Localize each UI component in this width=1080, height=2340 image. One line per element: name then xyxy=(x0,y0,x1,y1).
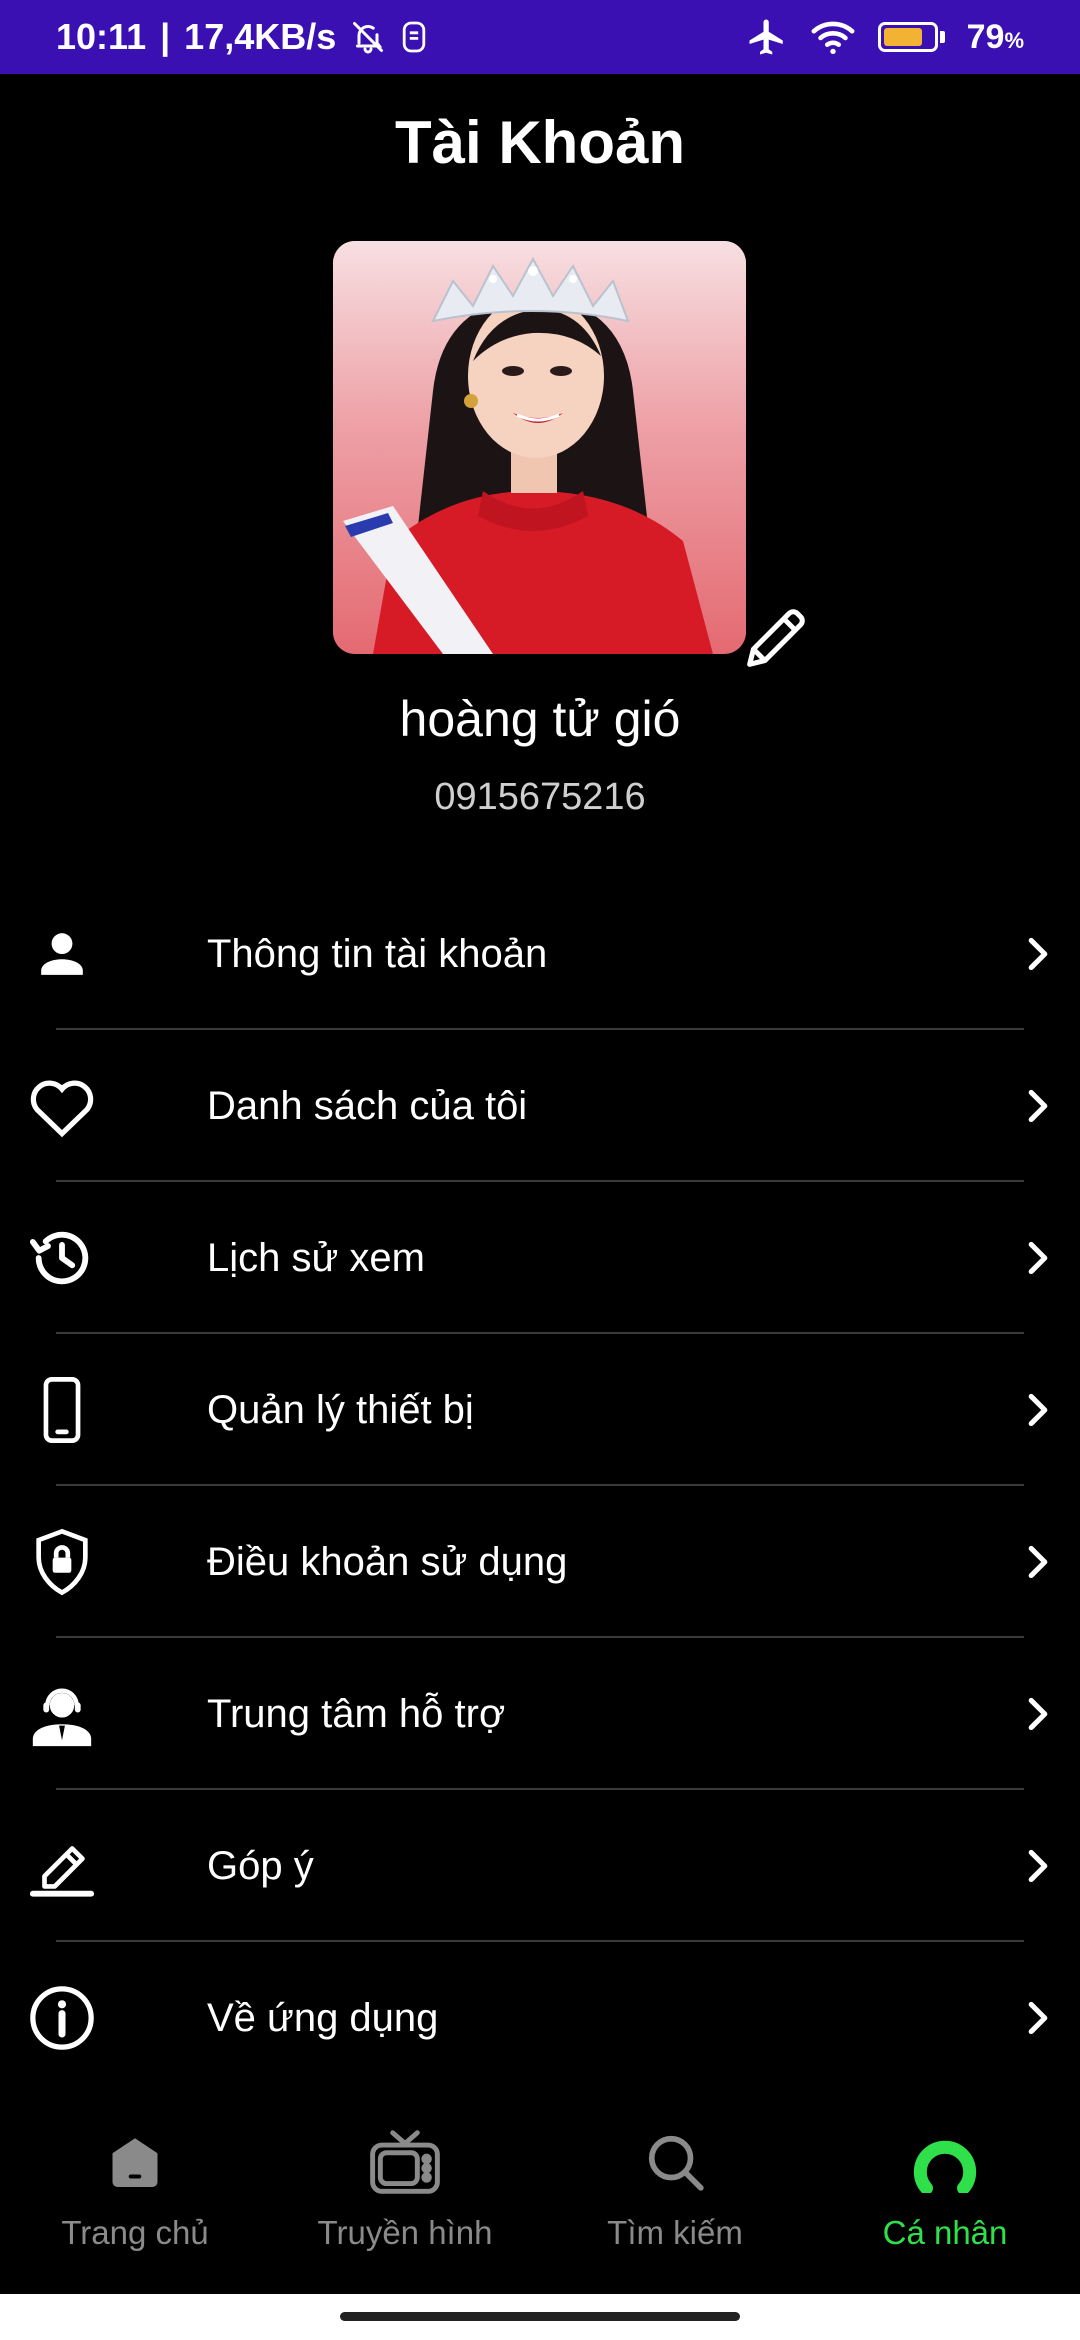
nav-label: Cá nhân xyxy=(882,2214,1008,2251)
user-phone: 0915675216 xyxy=(434,776,646,818)
nav-item-search[interactable]: Tìm kiếm xyxy=(540,2090,810,2294)
user-name: hoàng tử gió xyxy=(399,691,681,747)
nav-item-home[interactable]: Trang chủ xyxy=(0,2090,270,2294)
menu-item-watch-history[interactable]: Lịch sử xem xyxy=(0,1182,1080,1334)
chevron-right-icon xyxy=(1018,1542,1058,1582)
chevron-right-icon xyxy=(1018,1694,1058,1734)
search-icon xyxy=(637,2124,713,2200)
nav-label: Trang chủ xyxy=(61,2214,209,2251)
battery-percent: 79% xyxy=(966,17,1024,56)
menu-item-feedback[interactable]: Góp ý xyxy=(0,1790,1080,1942)
status-bar: 10:11 | 17,4KB/s 79% xyxy=(0,0,1080,74)
menu-item-account-info[interactable]: Thông tin tài khoản xyxy=(0,878,1080,1030)
chevron-right-icon xyxy=(1018,1998,1058,2038)
chevron-right-icon xyxy=(1018,1238,1058,1278)
battery-icon xyxy=(877,22,945,52)
menu-item-label: Góp ý xyxy=(207,1843,314,1888)
info-icon xyxy=(24,1980,100,2056)
nav-label: Tìm kiếm xyxy=(607,2214,743,2251)
avatar-container xyxy=(333,241,746,654)
nfc-icon xyxy=(400,20,428,54)
menu-item-label: Điều khoản sử dụng xyxy=(207,1539,568,1584)
bell-muted-icon xyxy=(350,19,386,55)
nav-label: Truyền hình xyxy=(317,2214,493,2251)
chevron-right-icon xyxy=(1018,1086,1058,1126)
chevron-right-icon xyxy=(1018,1846,1058,1886)
menu-item-about-app[interactable]: Về ứng dụng xyxy=(0,1942,1080,2094)
edit-avatar-button[interactable] xyxy=(734,598,816,680)
battery-level-fill xyxy=(883,28,922,46)
bottom-nav: Trang chủ Truyền hình Tìm kiếm Cá nhân xyxy=(0,2090,1080,2294)
menu-item-my-list[interactable]: Danh sách của tôi xyxy=(0,1030,1080,1182)
menu-item-label: Về ứng dụng xyxy=(207,1995,439,2040)
menu-item-label: Trung tâm hỗ trợ xyxy=(207,1691,506,1736)
menu-item-label: Danh sách của tôi xyxy=(207,1083,528,1128)
wifi-icon xyxy=(810,17,856,57)
phone-device-icon xyxy=(24,1372,100,1448)
tv-icon xyxy=(367,2124,443,2200)
avatar[interactable] xyxy=(333,241,746,654)
user-icon xyxy=(24,916,100,992)
home-indicator[interactable] xyxy=(340,2312,740,2321)
status-left: 10:11 | 17,4KB/s xyxy=(56,16,428,58)
status-time: 10:11 xyxy=(56,16,147,57)
shield-lock-icon xyxy=(24,1524,100,1600)
pencil-icon xyxy=(747,609,805,667)
status-separator: | xyxy=(160,16,171,57)
menu-item-label: Quản lý thiết bị xyxy=(207,1387,474,1432)
heart-icon xyxy=(24,1068,100,1144)
nav-item-profile[interactable]: Cá nhân xyxy=(810,2090,1080,2294)
feedback-pen-icon xyxy=(24,1828,100,1904)
menu-item-terms-of-use[interactable]: Điều khoản sử dụng xyxy=(0,1486,1080,1638)
menu-item-support-center[interactable]: Trung tâm hỗ trợ xyxy=(0,1638,1080,1790)
status-right: 79% xyxy=(746,16,1024,58)
menu-item-label: Lịch sử xem xyxy=(207,1235,425,1280)
avatar-photo xyxy=(333,241,746,654)
menu-item-device-management[interactable]: Quản lý thiết bị xyxy=(0,1334,1080,1486)
chevron-right-icon xyxy=(1018,1390,1058,1430)
menu-item-label: Thông tin tài khoản xyxy=(207,931,548,976)
account-menu: Thông tin tài khoản Danh sách của tôi Lị… xyxy=(0,878,1080,2094)
support-agent-icon xyxy=(24,1676,100,1752)
nav-item-tv[interactable]: Truyền hình xyxy=(270,2090,540,2294)
airplane-icon xyxy=(746,16,788,58)
home-icon xyxy=(97,2124,173,2200)
status-network-speed: 17,4KB/s xyxy=(184,16,337,57)
profile-icon xyxy=(907,2124,983,2200)
chevron-right-icon xyxy=(1018,934,1058,974)
page-title: Tài Khoản xyxy=(394,109,685,176)
history-icon xyxy=(24,1220,100,1296)
